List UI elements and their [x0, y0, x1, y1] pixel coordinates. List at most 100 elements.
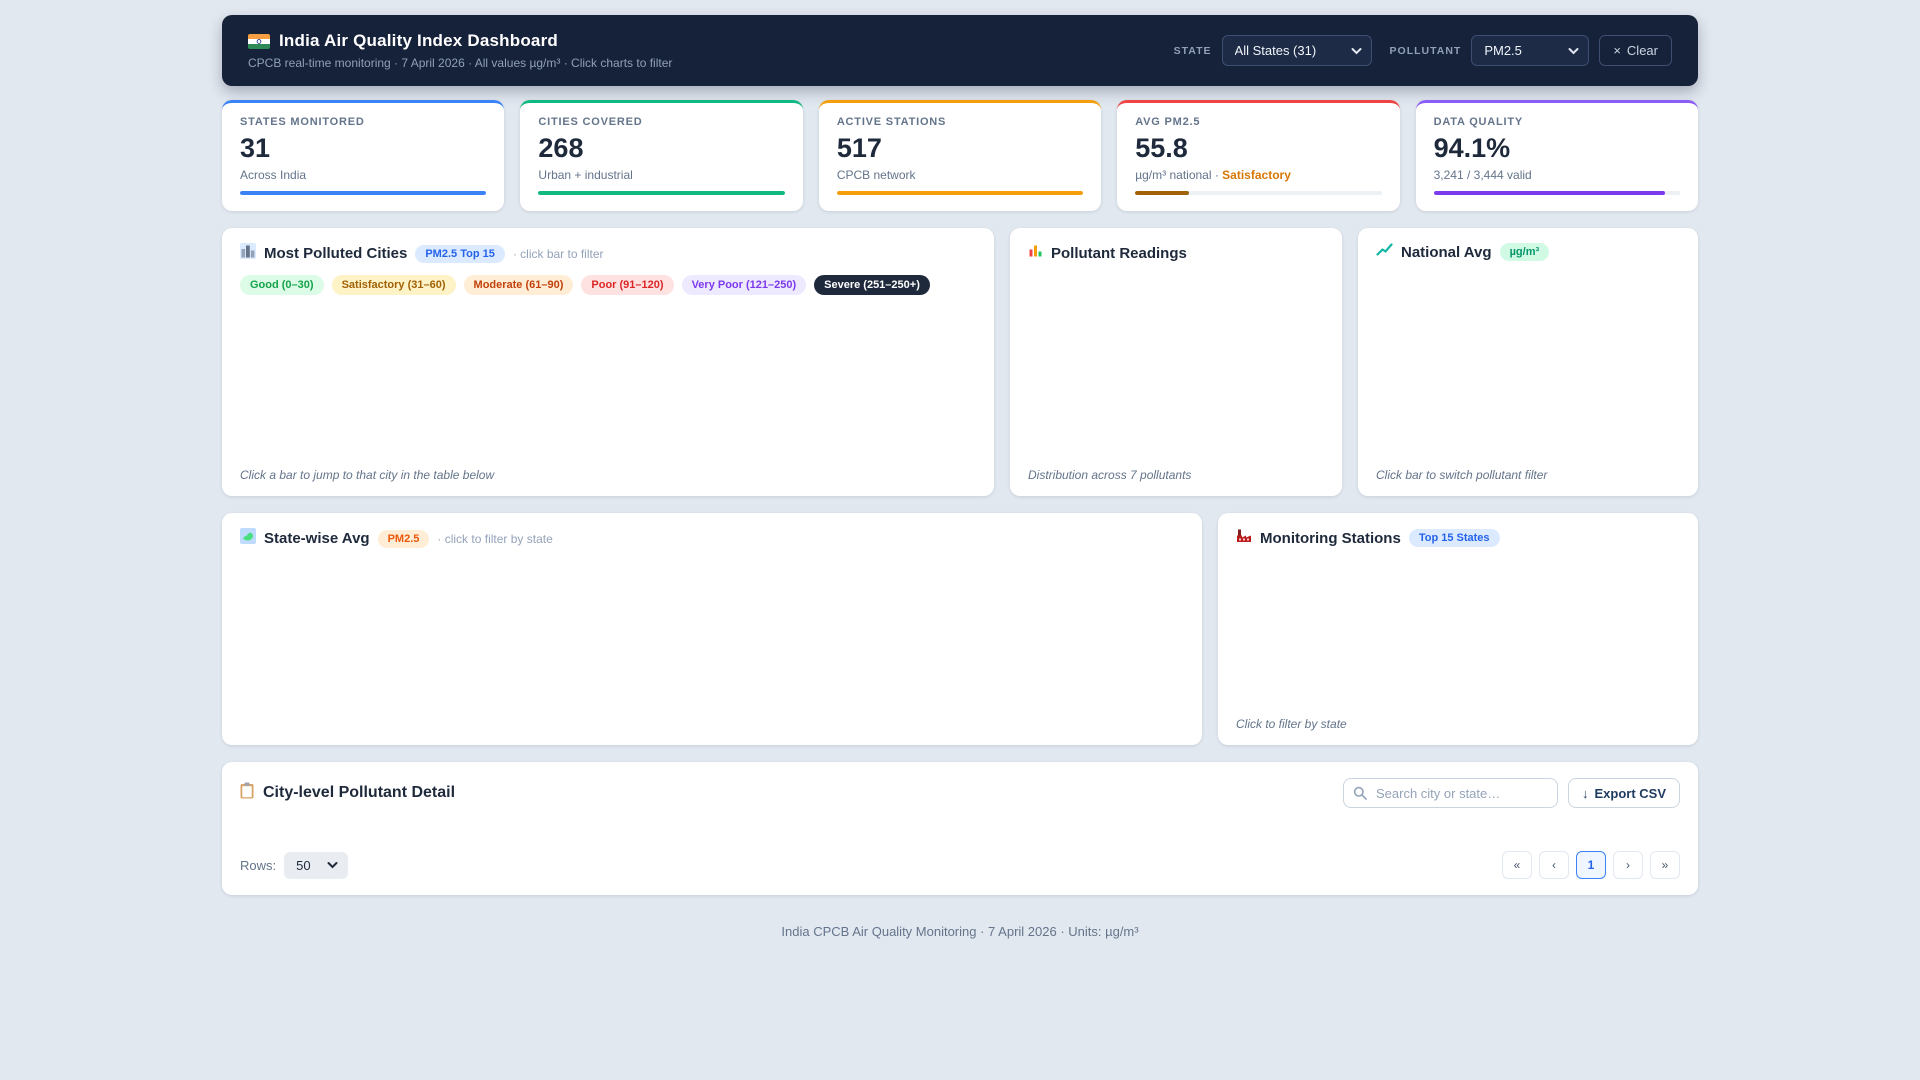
- stat-subtext: CPCB network: [837, 168, 1083, 182]
- pager-first-button[interactable]: «: [1502, 851, 1532, 879]
- stat-label: STATES MONITORED: [240, 116, 486, 128]
- stat-progress-fill: [538, 191, 784, 195]
- clear-button-label: Clear: [1627, 43, 1658, 58]
- panel-title: National Avg: [1401, 244, 1492, 261]
- panel-hint: · click bar to filter: [513, 247, 604, 261]
- pager-page-1-button[interactable]: 1: [1576, 851, 1606, 879]
- stat-progress-track: [837, 191, 1083, 195]
- pager-next-button[interactable]: ›: [1613, 851, 1643, 879]
- search-icon: [1353, 786, 1367, 800]
- national-avg-chart-area[interactable]: [1376, 261, 1680, 468]
- stat-card-avg-pm25: AVG PM2.5 55.8 µg/m³ national · Satisfac…: [1117, 100, 1399, 211]
- state-filter-label: STATE: [1174, 45, 1212, 57]
- page: India Air Quality Index Dashboard CPCB r…: [222, 0, 1698, 939]
- india-flag-icon: [248, 34, 270, 49]
- page-title: India Air Quality Index Dashboard: [279, 31, 558, 51]
- charts-row-1: Most Polluted Cities PM2.5 Top 15 · clic…: [222, 228, 1698, 496]
- stat-progress-track: [1135, 191, 1381, 195]
- monitoring-stations-chart-area[interactable]: [1236, 548, 1680, 717]
- clear-filters-button[interactable]: × Clear: [1599, 35, 1672, 66]
- state-select[interactable]: All States (31): [1222, 35, 1372, 66]
- stat-value: 517: [837, 133, 1083, 164]
- stat-card-states-monitored: STATES MONITORED 31 Across India: [222, 100, 504, 211]
- national-avg-panel: National Avg µg/m³ Click bar to switch p…: [1358, 228, 1698, 496]
- export-csv-label: Export CSV: [1594, 786, 1666, 801]
- table-title: City-level Pollutant Detail: [263, 784, 455, 802]
- stat-card-cities-covered: CITIES COVERED 268 Urban + industrial: [520, 100, 802, 211]
- legend-chip-very-poor: Very Poor (121–250): [682, 275, 807, 295]
- stat-progress-track: [1434, 191, 1680, 195]
- stat-subtext: µg/m³ national · Satisfactory: [1135, 168, 1381, 182]
- aqi-legend: Good (0–30) Satisfactory (31–60) Moderat…: [240, 275, 976, 295]
- stat-card-data-quality: DATA QUALITY 94.1% 3,241 / 3,444 valid: [1416, 100, 1698, 211]
- stat-progress-fill: [837, 191, 1083, 195]
- legend-chip-good: Good (0–30): [240, 275, 324, 295]
- rows-select-wrap: 50: [284, 852, 348, 879]
- stat-value: 94.1%: [1434, 133, 1680, 164]
- most-polluted-cities-panel: Most Polluted Cities PM2.5 Top 15 · clic…: [222, 228, 994, 496]
- chart-increasing-icon: [1376, 243, 1393, 261]
- units-badge: µg/m³: [1500, 243, 1550, 261]
- stat-label: CITIES COVERED: [538, 116, 784, 128]
- panel-footer-hint: Click to filter by state: [1236, 717, 1680, 731]
- legend-chip-satisfactory: Satisfactory (31–60): [332, 275, 456, 295]
- status-badge: Satisfactory: [1222, 168, 1291, 182]
- pager-prev-button[interactable]: ‹: [1539, 851, 1569, 879]
- header-left: India Air Quality Index Dashboard CPCB r…: [248, 31, 672, 70]
- page-footer: India CPCB Air Quality Monitoring · 7 Ap…: [222, 924, 1698, 939]
- stat-label: AVG PM2.5: [1135, 116, 1381, 128]
- monitoring-stations-panel: Monitoring Stations Top 15 States Click …: [1218, 513, 1698, 745]
- stat-subtext: Urban + industrial: [538, 168, 784, 182]
- close-icon: ×: [1613, 43, 1621, 58]
- city-detail-table-card: City-level Pollutant Detail ↓ Export CSV…: [222, 762, 1698, 895]
- clipboard-icon: [240, 782, 254, 804]
- stat-card-active-stations: ACTIVE STATIONS 517 CPCB network: [819, 100, 1101, 211]
- stat-value: 55.8: [1135, 133, 1381, 164]
- pm25-top15-badge: PM2.5 Top 15: [415, 245, 504, 263]
- download-icon: ↓: [1582, 786, 1589, 801]
- top15-states-badge: Top 15 States: [1409, 529, 1500, 547]
- panel-title: State-wise Avg: [264, 530, 370, 547]
- statewise-avg-panel: State-wise Avg PM2.5 · click to filter b…: [222, 513, 1202, 745]
- stat-progress-fill: [1135, 191, 1189, 195]
- statewise-avg-chart-area[interactable]: [240, 549, 1184, 731]
- panel-footer-hint: Click bar to switch pollutant filter: [1376, 468, 1680, 482]
- legend-chip-moderate: Moderate (61–90): [464, 275, 574, 295]
- rows-per-page-select[interactable]: 50: [284, 852, 348, 879]
- stat-cards-row: STATES MONITORED 31 Across India CITIES …: [222, 100, 1698, 211]
- pollutant-badge: PM2.5: [378, 530, 430, 548]
- stat-subtext: 3,241 / 3,444 valid: [1434, 168, 1680, 182]
- panel-title: Most Polluted Cities: [264, 245, 407, 262]
- charts-row-2: State-wise Avg PM2.5 · click to filter b…: [222, 513, 1698, 745]
- factory-icon: [1236, 528, 1252, 548]
- state-select-wrap: All States (31): [1222, 35, 1372, 66]
- search-wrap: [1343, 778, 1558, 808]
- stat-progress-fill: [240, 191, 486, 195]
- panel-footer-hint: Click a bar to jump to that city in the …: [240, 468, 976, 482]
- pager-last-button[interactable]: »: [1650, 851, 1680, 879]
- legend-chip-poor: Poor (91–120): [581, 275, 673, 295]
- panel-hint: · click to filter by state: [437, 532, 552, 546]
- header-filters: STATE All States (31) POLLUTANT PM2.5: [1174, 35, 1672, 66]
- stat-value: 268: [538, 133, 784, 164]
- map-icon: [240, 528, 256, 549]
- stat-progress-track: [538, 191, 784, 195]
- stat-label: ACTIVE STATIONS: [837, 116, 1083, 128]
- pollutant-select[interactable]: PM2.5: [1471, 35, 1589, 66]
- page-subtitle: CPCB real-time monitoring · 7 April 2026…: [248, 56, 672, 70]
- cityscape-icon: [240, 243, 256, 264]
- stat-progress-track: [240, 191, 486, 195]
- pollutant-readings-chart-area[interactable]: [1028, 263, 1324, 468]
- header: India Air Quality Index Dashboard CPCB r…: [222, 15, 1698, 86]
- export-csv-button[interactable]: ↓ Export CSV: [1568, 778, 1680, 808]
- stat-subtext: Across India: [240, 168, 486, 182]
- search-input[interactable]: [1343, 778, 1558, 808]
- panel-footer-hint: Distribution across 7 pollutants: [1028, 468, 1324, 482]
- panel-title: Pollutant Readings: [1051, 245, 1187, 262]
- legend-chip-severe: Severe (251–250+): [814, 275, 930, 295]
- stat-progress-fill: [1434, 191, 1666, 195]
- pollutant-readings-panel: Pollutant Readings Distribution across 7…: [1010, 228, 1342, 496]
- pollutant-select-wrap: PM2.5: [1471, 35, 1589, 66]
- pagination: « ‹ 1 › »: [1502, 851, 1680, 879]
- most-polluted-chart-area[interactable]: [240, 295, 976, 468]
